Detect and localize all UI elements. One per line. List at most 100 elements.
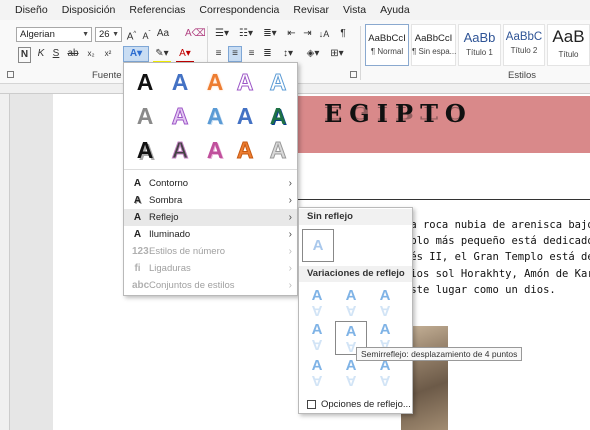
sort-icon[interactable]: ↓A [318,27,330,41]
reflection-variant-3[interactable]: AA [370,288,400,320]
align-right-icon[interactable]: ≡ [245,47,258,61]
reflection-variant-7[interactable]: AA [302,358,332,390]
menu-item-iluminado[interactable]: A Iluminado › [124,226,297,243]
font-name-combobox[interactable]: Algerian ▼ [16,27,92,42]
italic-button[interactable]: K [36,47,46,61]
change-case-icon[interactable]: Aa [156,27,170,41]
effect-preset-3[interactable]: A [200,67,230,97]
chevron-down-icon[interactable]: ▼ [82,28,89,41]
tab-referencias[interactable]: Referencias [122,0,192,20]
clear-format-icon[interactable]: A⌫ [185,27,206,41]
glow-icon: A [133,229,142,240]
ribbon-tab-bar: Diseño Disposición Referencias Correspon… [0,0,590,20]
effect-preset-11[interactable]: A [130,135,160,165]
tab-revisar[interactable]: Revisar [286,0,336,20]
styles-gallery: AaBbCcI ¶ Normal AaBbCcI ¶ Sin espa... A… [363,24,590,68]
style-titulo-2[interactable]: AaBbC Título 2 [503,24,545,66]
effect-preset-5[interactable]: A [263,67,293,97]
effect-preset-8[interactable]: A [200,101,230,131]
tab-diseno[interactable]: Diseño [8,0,55,20]
document-title-reflection: EGIPTO [324,102,473,123]
align-center-icon[interactable]: ≡ [228,46,242,62]
no-reflection-header: Sin reflejo [299,209,412,225]
group-label-estilos: Estilos [508,70,536,81]
effect-preset-4[interactable]: A [230,67,260,97]
document-body[interactable]: la roca nubia de arenisca bajo las mplo … [404,217,590,298]
reflection-none[interactable]: A [302,229,334,262]
line-spacing-icon[interactable]: ↕▾ [278,47,298,61]
reflection-options-icon [307,399,316,409]
menu-item-label: Ligaduras [149,263,191,274]
menu-item-sombra[interactable]: A Sombra › [124,192,297,209]
body-line: este lugar como un dios. [404,283,556,296]
vertical-ruler[interactable] [0,94,10,430]
justify-icon[interactable]: ≣ [261,47,274,61]
numbering-icon[interactable]: ☷▾ [236,27,256,41]
tab-correspondencia[interactable]: Correspondencia [192,0,286,20]
letter-a-icon: A [311,321,323,338]
menu-item-contorno[interactable]: A Contorno › [124,175,297,192]
chevron-down-icon[interactable]: ▼ [112,28,119,41]
tab-ayuda[interactable]: Ayuda [373,0,417,20]
tab-disposicion[interactable]: Disposición [55,0,123,20]
variations-header: Variaciones de reflejo [299,266,412,282]
letter-a-reflection-icon: A [345,302,357,319]
font-size-combobox[interactable]: 26 ▼ [95,27,122,42]
launcher-icon[interactable] [7,71,14,78]
letter-a-icon: A [311,357,323,374]
style-titulo-1[interactable]: AaBb Título 1 [458,24,501,66]
reflection-variant-2[interactable]: AA [336,288,366,320]
shrink-font-icon[interactable]: Aˇ [140,27,153,43]
tab-vista[interactable]: Vista [336,0,373,20]
menu-item-ligaduras: fi Ligaduras › [124,260,297,277]
strikethrough-button[interactable]: ab [67,47,79,61]
increase-indent-icon[interactable]: ⇥ [301,27,314,41]
effect-preset-13[interactable]: A [200,135,230,165]
chevron-right-icon: › [288,195,292,206]
text-effects-button[interactable]: A▾ [123,46,149,62]
reflection-variant-8[interactable]: AA [336,358,366,390]
font-size-value: 26 [99,29,110,40]
effect-preset-9[interactable]: A [230,101,260,131]
menu-item-label: Estilos de número [149,246,226,257]
reflection-variant-4[interactable]: AA [302,322,332,354]
bullets-icon[interactable]: ☰▾ [212,27,232,41]
effect-preset-2[interactable]: A [165,67,195,97]
menu-item-reflejo[interactable]: A Reflejo › [124,209,297,226]
effect-preset-7[interactable]: A [165,101,195,131]
effect-preset-10[interactable]: A [263,101,293,131]
reflection-variant-1[interactable]: AA [302,288,332,320]
effect-preset-12[interactable]: A [165,135,195,165]
body-line: mplo más pequeño está dedicado a [404,235,590,248]
align-left-icon[interactable]: ≡ [212,47,225,61]
chevron-right-icon: › [288,280,292,291]
grow-font-icon[interactable]: A^ [125,27,138,44]
reflection-options-label: Opciones de reflejo... [321,398,411,410]
menu-item-estilos-numero: 123 Estilos de número › [124,243,297,260]
effect-preset-14[interactable]: A [230,135,260,165]
bold-button[interactable]: N [18,47,31,63]
shading-icon[interactable]: ◈▾ [303,47,323,61]
multilevel-list-icon[interactable]: ≣▾ [260,27,280,41]
effect-preset-6[interactable]: A [130,101,160,131]
body-line: la roca nubia de arenisca bajo las [404,219,590,231]
borders-icon[interactable]: ⊞▾ [327,47,347,61]
effect-preset-15[interactable]: A [263,135,293,165]
reflection-variant-9[interactable]: AA [370,358,400,390]
style-sin-espaciado[interactable]: AaBbCcI ¶ Sin espa... [411,24,456,66]
body-line: dios sol Horakhty, Amón de Karna [404,267,590,280]
style-normal[interactable]: AaBbCcI ¶ Normal [365,24,409,66]
stylistic-sets-icon: abc [132,280,150,291]
style-titulo[interactable]: AaB Título [547,24,590,66]
superscript-button[interactable]: x² [102,47,114,61]
subscript-button[interactable]: x₂ [85,47,97,61]
menu-item-label: Iluminado [149,229,191,240]
launcher-icon[interactable] [350,71,357,78]
underline-button[interactable]: S [51,47,61,61]
style-sample: AaBb [463,30,496,45]
outline-icon: A [133,178,142,189]
show-formatting-icon[interactable]: ¶ [337,27,349,41]
decrease-indent-icon[interactable]: ⇤ [285,27,298,41]
reflection-options-item[interactable]: Opciones de reflejo... [299,396,412,412]
effect-preset-1[interactable]: A [130,67,160,97]
